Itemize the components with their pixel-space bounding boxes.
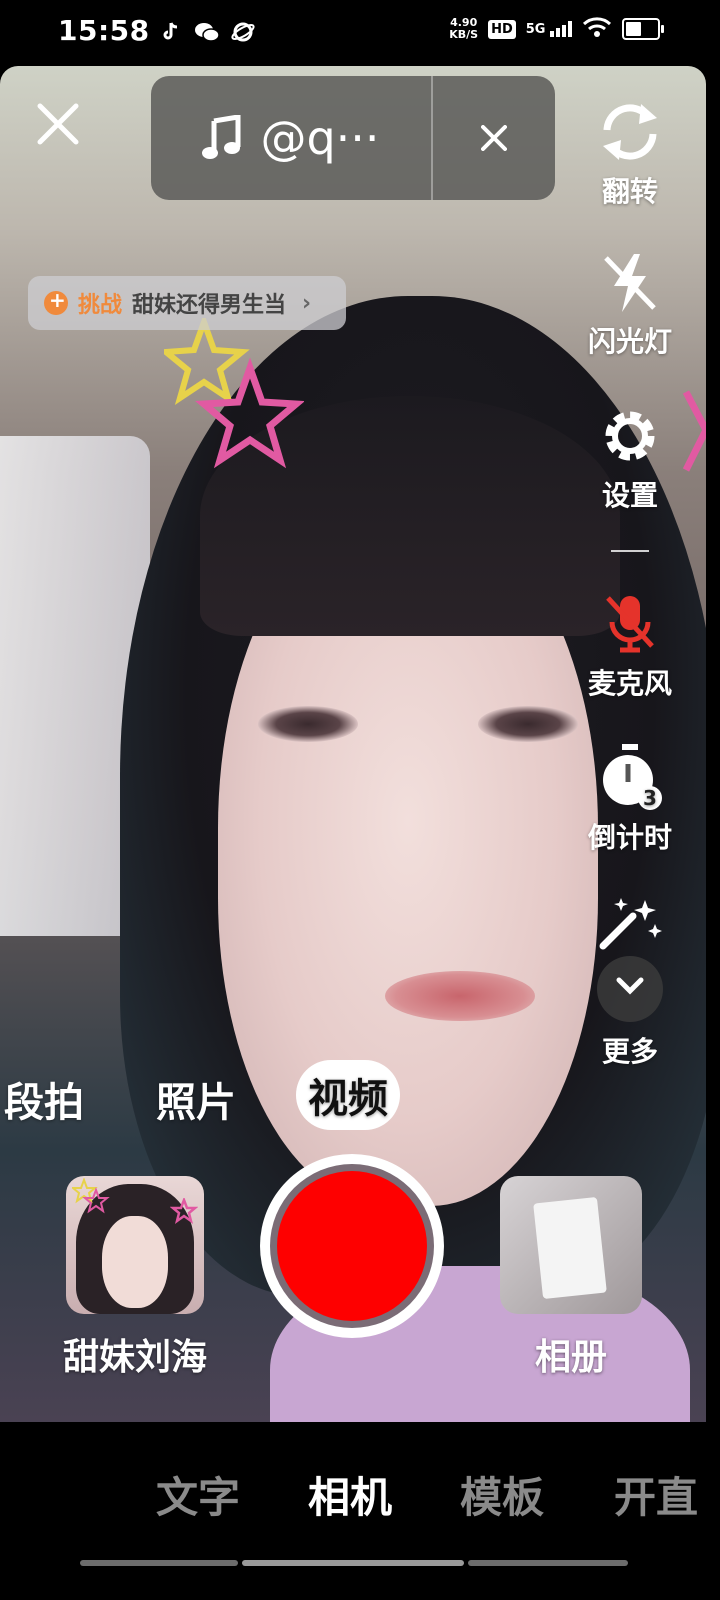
microphone-label: 麦克风 xyxy=(587,667,672,700)
status-notification-icons xyxy=(158,20,255,44)
flip-camera-button[interactable]: 翻转 xyxy=(575,100,685,210)
star-sticker-icon xyxy=(170,1198,198,1224)
star-sticker-icon xyxy=(72,1178,110,1214)
wechat-icon xyxy=(194,20,220,44)
flash-off-icon xyxy=(604,254,656,312)
close-camera-button[interactable] xyxy=(36,102,80,146)
planet-app-icon xyxy=(230,20,255,44)
rail-divider xyxy=(611,550,649,552)
effect-thumb-face xyxy=(102,1216,168,1308)
nav-tab-text[interactable]: 文字 xyxy=(156,1464,240,1525)
flip-camera-icon xyxy=(603,104,657,160)
wifi-icon xyxy=(582,16,612,42)
flash-button[interactable]: 闪光灯 xyxy=(575,252,685,360)
music-label: @q··· xyxy=(260,111,380,165)
challenge-banner[interactable]: 挑战 甜妹还得男生当 › xyxy=(28,276,346,330)
battery-fill xyxy=(626,22,642,36)
mode-tab-video[interactable]: 视频 xyxy=(296,1060,400,1130)
status-bar: 15:58 4.90 KB/S HD 5G xyxy=(0,0,720,68)
close-icon xyxy=(481,125,507,151)
record-dot xyxy=(277,1171,427,1321)
battery-icon xyxy=(622,18,664,40)
signal-icon: 5G xyxy=(526,21,572,37)
nav-tab-live[interactable]: 开直 xyxy=(614,1464,720,1525)
subject-right-eye xyxy=(478,706,578,742)
network-speed-unit: KB/S xyxy=(449,28,479,41)
album-thumb-content xyxy=(533,1196,607,1300)
flash-label: 闪光灯 xyxy=(587,325,672,358)
network-speed: 4.90 KB/S xyxy=(449,17,478,41)
hd-badge: HD xyxy=(488,19,516,39)
more-button[interactable]: 更多 xyxy=(575,956,685,1070)
tiktok-icon xyxy=(158,20,182,44)
countdown-button[interactable]: 3 倒计时 xyxy=(575,744,685,856)
status-time: 15:58 xyxy=(58,14,150,47)
record-button[interactable] xyxy=(260,1154,444,1338)
bottom-nav: 文字 相机 模板 开直 xyxy=(0,1440,720,1540)
challenge-title: 甜妹还得男生当 xyxy=(132,293,287,318)
timer-icon: 3 xyxy=(600,744,662,810)
music-note-icon xyxy=(202,115,241,159)
chevron-down-icon xyxy=(616,977,644,995)
settings-button[interactable]: 设置 xyxy=(575,404,685,514)
star-sticker-icon xyxy=(164,318,304,469)
subject-lips xyxy=(385,971,535,1021)
effect-thumbnail[interactable] xyxy=(66,1176,204,1314)
home-indicator-bar xyxy=(468,1560,628,1566)
timer-badge: 3 xyxy=(638,786,662,810)
status-system-icons: 4.90 KB/S HD 5G xyxy=(449,16,664,42)
home-indicator-bar xyxy=(242,1560,464,1566)
mic-off-icon xyxy=(606,596,654,653)
challenge-tag: 挑战 xyxy=(78,293,123,318)
album-label: 相册 xyxy=(534,1337,607,1378)
beauty-button[interactable] xyxy=(575,896,685,958)
gear-icon xyxy=(605,411,655,461)
microphone-button[interactable]: 麦克风 xyxy=(575,592,685,702)
music-select-button[interactable]: @q··· xyxy=(151,76,431,200)
close-icon xyxy=(37,103,79,145)
home-indicator-bar xyxy=(80,1560,238,1566)
mode-tab-photo[interactable]: 照片 xyxy=(156,1070,236,1128)
record-ring-inner xyxy=(270,1164,434,1328)
flip-label: 翻转 xyxy=(601,175,658,208)
chevron-right-icon: › xyxy=(302,290,312,316)
nav-tab-template[interactable]: 模板 xyxy=(460,1464,544,1525)
more-label: 更多 xyxy=(601,1035,658,1068)
countdown-label: 倒计时 xyxy=(587,821,672,854)
nav-tab-camera[interactable]: 相机 xyxy=(308,1464,392,1525)
settings-label: 设置 xyxy=(601,479,658,512)
magic-wand-icon xyxy=(599,898,662,950)
network-type: 5G xyxy=(525,22,546,37)
remove-music-button[interactable] xyxy=(433,76,555,200)
music-selector[interactable]: @q··· xyxy=(151,76,555,200)
challenge-add-icon xyxy=(44,288,68,315)
subject-left-eye xyxy=(258,706,358,742)
album-thumbnail[interactable] xyxy=(500,1176,642,1314)
mode-tab-segment[interactable]: 段拍 xyxy=(4,1070,84,1128)
more-circle xyxy=(597,956,663,1022)
effect-label: 甜妹刘海 xyxy=(62,1337,207,1378)
